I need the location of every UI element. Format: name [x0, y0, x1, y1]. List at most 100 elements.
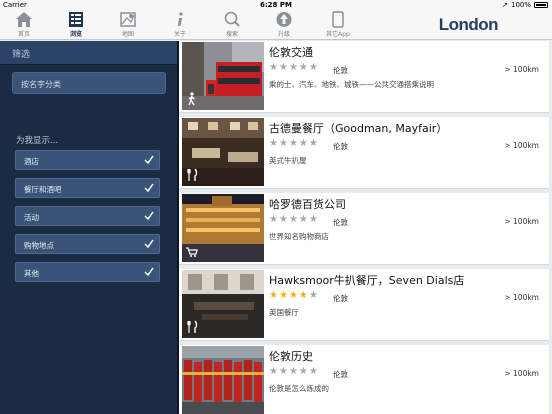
- tab-about[interactable]: 关于: [162, 10, 198, 40]
- checkmark-icon: [144, 239, 154, 249]
- filter-label: 酒店: [24, 157, 39, 166]
- star-icon: ★: [269, 62, 278, 73]
- star-icon: ★: [308, 214, 318, 225]
- star-icon: ★: [288, 214, 298, 225]
- tab-map[interactable]: 地图: [110, 10, 146, 40]
- status-right: ➚ 100%: [502, 1, 548, 9]
- star-icon: ★: [269, 138, 278, 149]
- place-thumbnail: [182, 346, 264, 414]
- star-icon: ★: [298, 366, 308, 377]
- tab-label: 首页: [17, 31, 30, 38]
- tab-browse[interactable]: 浏览: [58, 10, 94, 40]
- filter-sidebar: 筛选 按名字分类 为我显示... 酒店 餐厅和酒吧 活动 购物地点 其他: [0, 41, 177, 414]
- star-icon: ★: [269, 214, 278, 225]
- sidebar-title: 筛选: [0, 41, 177, 65]
- place-name: 伦敦交通: [269, 46, 313, 59]
- star-icon: ★: [278, 290, 288, 301]
- list-item[interactable]: Hawksmoor牛扒餐厅，Seven Dials店 ★ ★ ★ ★ ★ 伦敦 > 10…: [179, 269, 549, 341]
- filter-restaurants-bars[interactable]: 餐厅和酒吧: [15, 178, 160, 198]
- checkmark-icon: [144, 211, 154, 221]
- place-thumbnail: [182, 42, 264, 110]
- search-icon: [224, 11, 240, 27]
- filter-label: 活动: [24, 213, 39, 222]
- star-icon: ★: [298, 214, 308, 225]
- tab-label: 关于: [173, 31, 186, 38]
- star-icon: ★: [298, 290, 308, 301]
- star-icon: ★: [308, 138, 318, 149]
- rating-stars: ★ ★ ★ ★ ★: [269, 139, 318, 149]
- location-arrow-icon: ➚: [502, 1, 508, 9]
- place-distance: > 100km: [504, 369, 539, 378]
- star-icon: ★: [288, 290, 298, 301]
- toolbar: 首页 浏览 地图 关于 搜索 升级 其它App London: [0, 10, 552, 40]
- place-city: 伦敦: [333, 218, 348, 227]
- place-distance: > 100km: [504, 293, 539, 302]
- list-icon: [69, 12, 83, 27]
- list-item[interactable]: 伦敦交通 ★ ★ ★ ★ ★ 伦敦 > 100km 乘的士、汽车、地铁、城铁——公共交通…: [179, 41, 549, 113]
- star-icon: ★: [298, 62, 308, 73]
- battery-icon: [534, 2, 548, 8]
- place-city: 伦敦: [333, 294, 348, 303]
- star-icon: ★: [269, 366, 278, 377]
- checkmark-icon: [144, 155, 154, 165]
- tab-label: 升级: [277, 31, 290, 38]
- filter-hotels[interactable]: 酒店: [15, 150, 160, 170]
- place-name: Hawksmoor牛扒餐厅，Seven Dials店: [269, 274, 465, 287]
- sort-by-name-button[interactable]: 按名字分类: [12, 72, 166, 94]
- rating-stars: ★ ★ ★ ★ ★: [269, 291, 318, 301]
- list-item[interactable]: 哈罗德百货公司 ★ ★ ★ ★ ★ 伦敦 > 100km 世界知名购物商店: [179, 193, 549, 265]
- place-name: 伦敦历史: [269, 350, 313, 363]
- star-icon: ★: [269, 290, 278, 301]
- place-description: 伦敦是怎么炼成的: [269, 384, 329, 393]
- place-name: 古德曼餐厅（Goodman, Mayfair）: [269, 122, 448, 135]
- star-icon: ★: [278, 366, 288, 377]
- tab-search[interactable]: 搜索: [214, 10, 250, 40]
- upgrade-icon: [276, 12, 292, 27]
- place-city: 伦敦: [333, 370, 348, 379]
- place-thumbnail: [182, 270, 264, 338]
- tab-home[interactable]: 首页: [6, 10, 42, 40]
- walking-person-icon: [188, 92, 195, 106]
- filter-other[interactable]: 其他: [15, 262, 160, 282]
- filter-heading: 为我显示...: [16, 136, 59, 146]
- filter-label: 其他: [24, 269, 39, 278]
- fork-knife-icon: [187, 320, 198, 333]
- info-icon: [178, 12, 183, 26]
- filter-activities[interactable]: 活动: [15, 206, 160, 226]
- shopping-cart-icon: [186, 247, 198, 257]
- filter-label: 购物地点: [24, 241, 54, 250]
- star-icon: ★: [278, 214, 288, 225]
- list-item[interactable]: 古德曼餐厅（Goodman, Mayfair） ★ ★ ★ ★ ★ 伦敦 > 100km…: [179, 117, 549, 189]
- tab-label: 搜索: [225, 31, 238, 38]
- brand-logo: London: [438, 15, 499, 34]
- place-description: 乘的士、汽车、地铁、城铁——公共交通搭乘说明: [269, 80, 434, 89]
- star-icon: ★: [298, 138, 308, 149]
- rating-stars: ★ ★ ★ ★ ★: [269, 367, 318, 377]
- rating-stars: ★ ★ ★ ★ ★: [269, 215, 318, 225]
- star-icon: ★: [308, 290, 318, 301]
- clock: 6:28 PM: [260, 1, 292, 9]
- list-item[interactable]: 伦敦历史 ★ ★ ★ ★ ★ 伦敦 > 100km 伦敦是怎么炼成的: [179, 345, 549, 414]
- battery-percent: 100%: [510, 1, 531, 9]
- star-icon: ★: [288, 366, 298, 377]
- checkmark-icon: [144, 267, 154, 277]
- place-thumbnail: [182, 118, 264, 186]
- filter-shopping[interactable]: 购物地点: [15, 234, 160, 254]
- place-city: 伦敦: [333, 142, 348, 151]
- device-icon: [332, 11, 344, 28]
- place-name: 哈罗德百货公司: [269, 198, 346, 211]
- checkmark-icon: [144, 183, 154, 193]
- star-icon: ★: [278, 62, 288, 73]
- place-distance: > 100km: [504, 141, 539, 150]
- fork-knife-icon: [187, 168, 198, 181]
- places-list[interactable]: 伦敦交通 ★ ★ ★ ★ ★ 伦敦 > 100km 乘的士、汽车、地铁、城铁——公共交通…: [179, 41, 552, 414]
- home-icon: [16, 12, 32, 27]
- status-bar: Carrier 6:28 PM ➚ 100%: [0, 0, 552, 10]
- place-description: 英式牛扒屋: [269, 156, 307, 165]
- tab-other-apps[interactable]: 其它App: [320, 10, 356, 40]
- tab-label: 浏览: [69, 31, 82, 38]
- place-thumbnail: [182, 194, 264, 262]
- star-icon: ★: [288, 62, 298, 73]
- star-icon: ★: [288, 138, 298, 149]
- tab-upgrade[interactable]: 升级: [266, 10, 302, 40]
